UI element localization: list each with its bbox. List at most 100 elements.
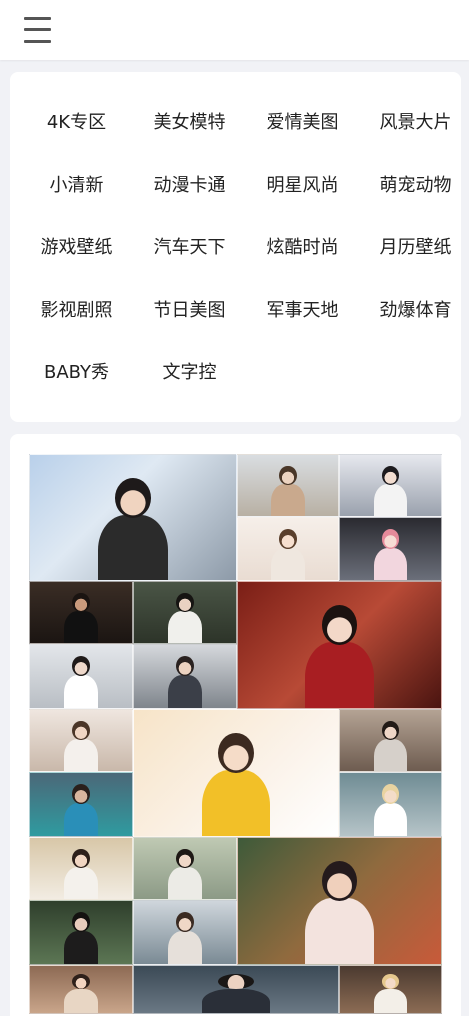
gallery-photo[interactable]: [339, 772, 442, 837]
gallery-photo[interactable]: [133, 644, 237, 709]
subject-body: [201, 770, 271, 836]
photo-subject: [61, 592, 102, 643]
menu-line: [24, 40, 51, 43]
photo-subject: [61, 784, 102, 836]
gallery-photo[interactable]: [133, 900, 237, 965]
gallery-photo[interactable]: [29, 965, 133, 1014]
subject-body: [63, 931, 99, 964]
gallery-photo[interactable]: [237, 517, 339, 581]
subject-head: [72, 592, 90, 613]
gallery-photo[interactable]: [237, 837, 442, 965]
subject-head: [321, 860, 358, 901]
subject-body: [373, 739, 408, 771]
subject-body: [373, 547, 408, 580]
photo-subject: [195, 974, 277, 1013]
gallery-photo[interactable]: [339, 517, 442, 581]
subject-head: [321, 604, 358, 645]
gallery-photo[interactable]: [29, 644, 133, 709]
subject-head: [72, 912, 90, 933]
gallery-photo[interactable]: [29, 709, 133, 772]
subject-head: [218, 732, 254, 773]
gallery-photo[interactable]: [29, 454, 237, 581]
category-link[interactable]: 动漫卡通: [133, 155, 246, 218]
photo-subject: [61, 720, 102, 771]
photo-subject: [370, 465, 410, 516]
category-link[interactable]: 月历壁纸: [359, 217, 469, 280]
subject-body: [167, 611, 203, 643]
category-link[interactable]: 节日美图: [133, 280, 246, 343]
subject-head: [176, 912, 194, 933]
subject-head: [218, 974, 254, 990]
photo-subject: [92, 477, 174, 580]
photo-gallery-panel: [10, 434, 461, 1016]
gallery-photo[interactable]: [133, 581, 237, 644]
photo-subject: [165, 848, 206, 899]
category-link[interactable]: BABY秀: [20, 342, 133, 405]
category-link[interactable]: 军事天地: [246, 280, 359, 343]
gallery-photo[interactable]: [339, 965, 442, 1014]
category-link[interactable]: 汽车天下: [133, 217, 246, 280]
gallery-photo[interactable]: [339, 709, 442, 772]
category-link[interactable]: 爱情美图: [246, 92, 359, 155]
subject-body: [305, 898, 374, 964]
subject-head: [176, 848, 194, 869]
gallery-photo[interactable]: [237, 454, 339, 517]
gallery-photo[interactable]: [29, 900, 133, 965]
subject-head: [381, 974, 400, 990]
subject-body: [63, 988, 99, 1013]
category-link[interactable]: 文字控: [133, 342, 246, 405]
subject-head: [72, 784, 90, 805]
subject-head: [381, 465, 400, 486]
subject-body: [201, 988, 271, 1013]
subject-head: [72, 656, 90, 677]
subject-body: [271, 484, 305, 516]
top-navigation-bar: [0, 0, 469, 60]
subject-body: [373, 484, 408, 516]
photo-subject: [165, 592, 206, 643]
subject-head: [72, 720, 90, 741]
subject-body: [305, 642, 374, 708]
gallery-photo[interactable]: [29, 837, 133, 900]
subject-body: [98, 515, 168, 580]
photo-subject: [370, 974, 410, 1013]
category-link[interactable]: 劲爆体育: [359, 280, 469, 343]
subject-head: [114, 477, 152, 518]
subject-body: [373, 988, 408, 1013]
category-link[interactable]: 萌宠动物: [359, 155, 469, 218]
photo-subject: [268, 465, 308, 516]
gallery-photo[interactable]: [29, 581, 133, 644]
gallery-photo[interactable]: [133, 965, 339, 1014]
subject-head: [176, 656, 194, 677]
photo-subject: [370, 720, 410, 771]
category-link[interactable]: 小清新: [20, 155, 133, 218]
category-link[interactable]: 炫酷时尚: [246, 217, 359, 280]
subject-body: [373, 803, 408, 836]
photo-subject: [370, 784, 410, 836]
category-link[interactable]: 游戏壁纸: [20, 217, 133, 280]
category-link[interactable]: 美女模特: [133, 92, 246, 155]
photo-subject: [299, 604, 380, 708]
category-link[interactable]: 4K专区: [20, 92, 133, 155]
gallery-photo[interactable]: [133, 709, 339, 837]
subject-head: [279, 465, 297, 486]
subject-body: [63, 611, 99, 643]
category-grid: 4K专区 美女模特 爱情美图 风景大片小清新 动漫卡通 明星风尚 萌宠动物游戏壁纸 汽车天下炫…: [20, 92, 469, 405]
category-link[interactable]: 影视剧照: [20, 280, 133, 343]
photo-subject: [370, 529, 410, 580]
gallery-photo[interactable]: [29, 772, 133, 837]
category-link[interactable]: 风景大片: [359, 92, 469, 155]
photo-subject: [61, 848, 102, 899]
subject-body: [63, 739, 99, 771]
photo-grid: [29, 454, 442, 1014]
hamburger-menu-icon[interactable]: [24, 16, 51, 44]
category-link[interactable]: 明星风尚: [246, 155, 359, 218]
gallery-photo[interactable]: [133, 837, 237, 900]
gallery-photo[interactable]: [237, 581, 442, 709]
menu-line: [24, 28, 51, 31]
photo-subject: [61, 912, 102, 964]
photo-subject: [165, 656, 206, 708]
photo-subject: [299, 860, 380, 964]
photo-subject: [268, 529, 308, 580]
gallery-photo[interactable]: [339, 454, 442, 517]
photo-subject: [165, 912, 206, 964]
